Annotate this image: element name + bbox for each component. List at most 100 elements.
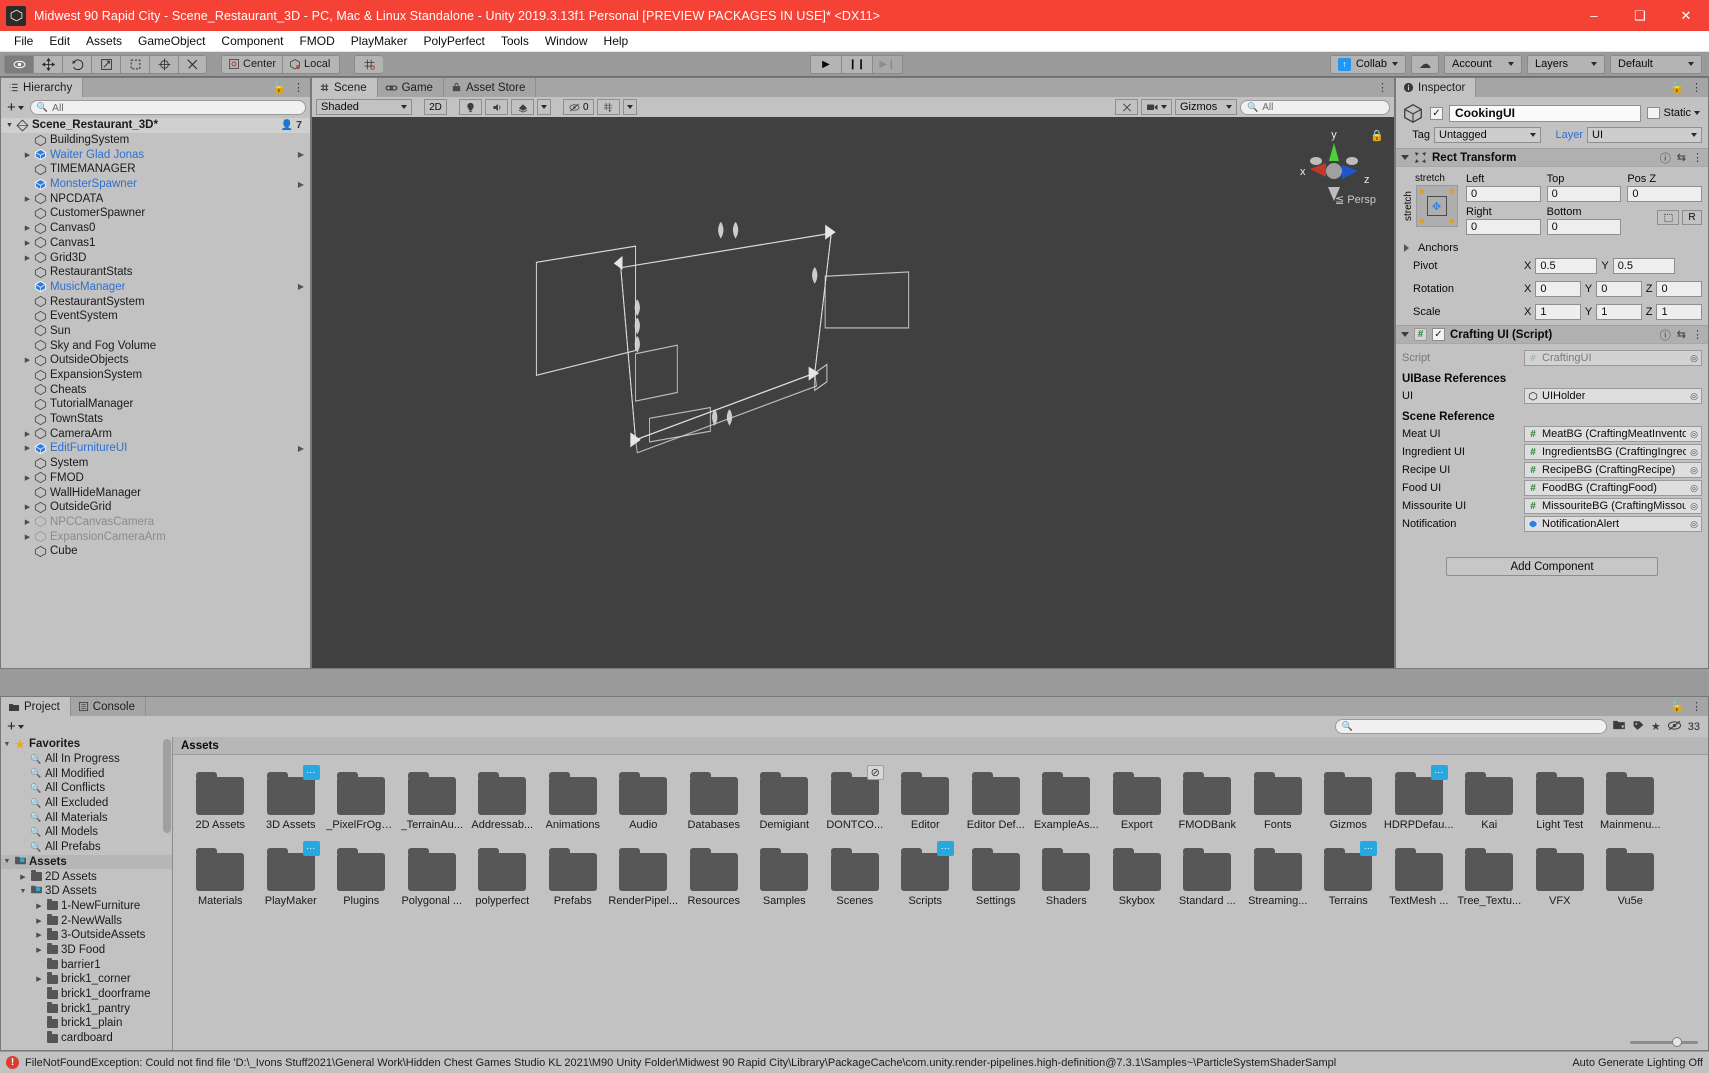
asset-item[interactable]: VFX — [1525, 843, 1596, 907]
project-tree-item[interactable]: ▶ 3D Food — [1, 942, 172, 958]
kebab-menu-icon[interactable]: ⋮ — [1691, 700, 1702, 713]
menu-fmod[interactable]: FMOD — [291, 31, 342, 52]
expand-triangle-icon[interactable]: ▼ — [1, 858, 13, 865]
asset-item[interactable]: ⋯ PlayMaker — [256, 841, 327, 907]
project-tree-item[interactable]: 🔍 All Modified — [1, 766, 172, 781]
layers-button[interactable]: Layers — [1527, 54, 1605, 74]
menu-playmaker[interactable]: PlayMaker — [343, 31, 416, 52]
asset-item[interactable]: Editor Def... — [961, 767, 1032, 831]
lock-icon[interactable]: 🔓 — [1670, 700, 1684, 713]
expand-triangle-icon[interactable]: ▶ — [21, 254, 34, 262]
ui-object-field[interactable]: UIHolder ◎ — [1524, 388, 1702, 404]
project-tree-item[interactable]: ▼ 3D Assets — [1, 884, 172, 899]
asset-item[interactable]: ⋯ Scripts — [890, 841, 961, 907]
hierarchy-item[interactable]: Sky and Fog Volume — [1, 338, 310, 353]
expand-triangle-icon[interactable]: ▼ — [17, 888, 29, 895]
menu-polyperfect[interactable]: PolyPerfect — [415, 31, 492, 52]
project-tree-item[interactable]: 🔍 All Conflicts — [1, 781, 172, 796]
expand-triangle-icon[interactable]: ▼ — [1, 741, 13, 748]
kebab-menu-icon[interactable]: ⋮ — [1691, 81, 1702, 94]
tab-game[interactable]: Game — [377, 78, 444, 97]
hierarchy-item[interactable]: TIMEMANAGER — [1, 162, 310, 177]
menu-edit[interactable]: Edit — [41, 31, 78, 52]
expand-triangle-icon[interactable]: ▶ — [21, 151, 34, 159]
kebab-menu-icon[interactable]: ⋮ — [1377, 81, 1388, 94]
expand-triangle-icon[interactable]: ▶ — [21, 224, 34, 232]
asset-item[interactable]: Demigiant — [749, 767, 820, 831]
menu-gameobject[interactable]: GameObject — [130, 31, 213, 52]
asset-item[interactable]: Animations — [538, 767, 609, 831]
status-message[interactable]: FileNotFoundException: Could not find fi… — [25, 1057, 1566, 1069]
asset-item[interactable]: ExampleAs... — [1031, 767, 1102, 831]
kebab-menu-icon[interactable]: ⋮ — [293, 81, 304, 94]
object-picker-icon[interactable]: ◎ — [1689, 483, 1699, 494]
scene-fx-dropdown[interactable] — [537, 99, 551, 115]
layer-dropdown[interactable]: UI — [1587, 127, 1702, 143]
kebab-menu-icon[interactable]: ⋮ — [1692, 328, 1703, 341]
hierarchy-item[interactable]: RestaurantSystem — [1, 294, 310, 309]
prefab-open-arrow-icon[interactable]: ▶ — [298, 180, 310, 189]
asset-item[interactable]: 2D Assets — [185, 767, 256, 831]
project-tree-item[interactable]: ▶ 2-NewWalls — [1, 913, 172, 928]
asset-item[interactable]: RenderPipel... — [608, 843, 679, 907]
layer-label[interactable]: Layer — [1545, 129, 1583, 141]
preset-icon[interactable]: ⇆ — [1677, 328, 1686, 341]
object-picker-icon[interactable]: ◎ — [1689, 501, 1699, 512]
asset-item[interactable]: Polygonal ... — [397, 843, 468, 907]
tab-scene[interactable]: Scene — [312, 78, 378, 97]
hand-tool-icon[interactable] — [4, 54, 33, 74]
scene-search-input[interactable]: 🔍 All — [1240, 99, 1390, 115]
expand-triangle-icon[interactable]: ▶ — [33, 917, 45, 925]
rect-transform-header[interactable]: Rect Transform ⓘ ⇆ ⋮ — [1396, 148, 1708, 167]
hierarchy-scene-root[interactable]: ▼ Scene_Restaurant_3D* 👤 7 — [1, 118, 310, 133]
asset-item[interactable]: Settings — [961, 843, 1032, 907]
prefab-open-arrow-icon[interactable]: ▶ — [298, 150, 310, 159]
menu-window[interactable]: Window — [537, 31, 596, 52]
project-tree-item[interactable]: 🔍 All Excluded — [1, 796, 172, 811]
hierarchy-item[interactable]: System — [1, 456, 310, 471]
blueprint-mode-button[interactable] — [1657, 210, 1680, 225]
project-tree-item[interactable]: ▶ brick1_corner — [1, 972, 172, 987]
scene-reference-object-field[interactable]: # MeatBG (CraftingMeatInvento ◎ — [1524, 426, 1702, 442]
scene-audio-icon[interactable] — [485, 99, 508, 115]
asset-item[interactable]: polyperfect — [467, 843, 538, 907]
project-tree-item[interactable]: ▶ 1-NewFurniture — [1, 898, 172, 914]
asset-item[interactable]: ⋯ HDRPDefau... — [1384, 765, 1455, 831]
hierarchy-item[interactable]: ▶ Waiter Glad Jonas ▶ — [1, 147, 310, 162]
scene-view-gizmo[interactable]: y x z — [1288, 125, 1380, 225]
hierarchy-item[interactable]: WallHideManager — [1, 485, 310, 500]
script-object-field[interactable]: # CraftingUI ◎ — [1524, 350, 1702, 366]
scene-fx-icon[interactable] — [511, 99, 534, 115]
scale-tool-icon[interactable] — [91, 54, 120, 74]
pivot-y-input[interactable]: 0.5 — [1612, 258, 1675, 274]
grid-snapping-icon[interactable] — [354, 54, 384, 74]
hierarchy-item[interactable]: ▶ ExpansionCameraArm — [1, 529, 310, 544]
asset-item[interactable]: _PixelFrOgg... — [326, 767, 397, 831]
asset-item[interactable]: Export — [1102, 767, 1173, 831]
icon-size-slider[interactable] — [1630, 1037, 1698, 1047]
rect-tool-icon[interactable] — [120, 54, 149, 74]
pause-button[interactable]: ❙❙ — [840, 54, 872, 74]
object-picker-icon[interactable]: ◎ — [1689, 447, 1699, 458]
scene-visibility-dropdown[interactable] — [622, 99, 637, 115]
rotation-z-input[interactable]: 0 — [1656, 281, 1703, 297]
project-tree-item[interactable]: brick1_pantry — [1, 1001, 172, 1016]
icon-size-slider-knob[interactable] — [1672, 1037, 1682, 1047]
menu-file[interactable]: File — [6, 31, 41, 52]
tab-hierarchy[interactable]: Hierarchy — [1, 78, 84, 97]
hierarchy-item[interactable]: Sun — [1, 324, 310, 339]
favorite-icon[interactable]: ★ — [1651, 720, 1661, 733]
project-tree-item[interactable]: brick1_doorframe — [1, 987, 172, 1002]
object-picker-icon[interactable]: ◎ — [1689, 465, 1699, 476]
asset-item[interactable]: Materials — [185, 843, 256, 907]
asset-item[interactable]: Gizmos — [1313, 767, 1384, 831]
rotation-y-input[interactable]: 0 — [1596, 281, 1642, 297]
expand-triangle-icon[interactable]: ▶ — [21, 356, 34, 364]
scene-reference-object-field[interactable]: # IngredientsBG (CraftingIngred ◎ — [1524, 444, 1702, 460]
prefab-open-arrow-icon[interactable]: ▶ — [298, 282, 310, 291]
gameobject-enabled-checkbox[interactable]: ✓ — [1430, 106, 1443, 120]
expand-triangle-icon[interactable]: ▶ — [17, 873, 29, 881]
anchors-row[interactable]: Anchors — [1402, 239, 1702, 257]
asset-item[interactable]: Databases — [679, 767, 750, 831]
expand-triangle-icon[interactable]: ▶ — [21, 444, 34, 452]
